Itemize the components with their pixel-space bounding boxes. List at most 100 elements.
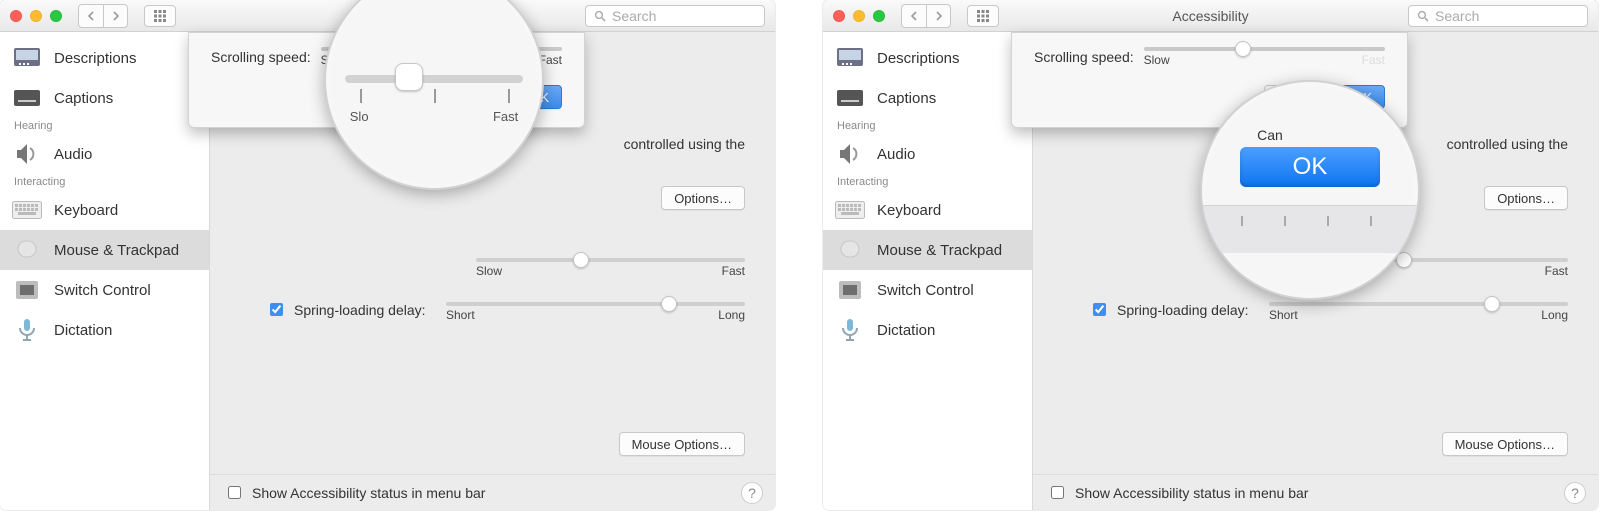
search-field[interactable]: Search: [585, 5, 765, 27]
search-placeholder: Search: [1435, 8, 1479, 24]
sidebar: Descriptions Captions Hearing Audio Inte…: [0, 32, 210, 510]
search-field[interactable]: Search: [1408, 5, 1588, 27]
scrolling-speed-label: Scrolling speed:: [1034, 49, 1134, 65]
show-all-preferences-button[interactable]: [144, 5, 176, 27]
microphone-icon: [835, 318, 865, 342]
mouse-icon: [835, 238, 865, 262]
spring-loading-checkbox[interactable]: [1093, 303, 1106, 316]
sidebar-item-captions[interactable]: Captions: [0, 78, 209, 118]
mouse-options-button[interactable]: Mouse Options…: [1442, 432, 1568, 456]
sidebar-item-label: Mouse & Trackpad: [54, 242, 179, 259]
back-button[interactable]: [79, 5, 103, 27]
screenshot-right: Accessibility Search Descriptions: [823, 0, 1598, 510]
show-status-menubar-checkbox[interactable]: [228, 486, 241, 499]
sidebar-item-label: Dictation: [54, 322, 112, 339]
descriptions-icon: [835, 46, 865, 70]
traffic-lights: [10, 10, 62, 22]
sidebar-item-label: Keyboard: [877, 202, 941, 219]
zoom-window-icon[interactable]: [50, 10, 62, 22]
spring-loading-slider[interactable]: Short Long: [446, 302, 745, 322]
forward-button[interactable]: [103, 5, 127, 27]
close-window-icon[interactable]: [833, 10, 845, 22]
info-text-fragment: controlled using the: [1447, 136, 1568, 152]
captions-icon: [12, 86, 42, 110]
sidebar-item-keyboard[interactable]: Keyboard: [823, 190, 1032, 230]
spring-loading-checkbox[interactable]: [270, 303, 283, 316]
keyboard-icon: [835, 198, 865, 222]
scrolling-speed-slider[interactable]: Slow Fast: [1144, 47, 1385, 67]
sidebar-item-label: Captions: [54, 90, 113, 107]
spring-loading-slider[interactable]: Short Long: [1269, 302, 1568, 322]
sidebar-heading-interacting: Interacting: [0, 174, 209, 190]
show-status-menubar-checkbox[interactable]: [1051, 486, 1064, 499]
traffic-lights: [833, 10, 885, 22]
slider-label-long: Long: [1541, 308, 1568, 322]
sidebar-heading-hearing: Hearing: [0, 118, 209, 134]
footer-bar: Show Accessibility status in menu bar: [210, 474, 775, 510]
search-icon: [594, 10, 606, 22]
sidebar-item-label: Descriptions: [54, 50, 137, 67]
lens-cancel-fragment: Can: [1257, 127, 1283, 143]
info-text-fragment: controlled using the: [624, 136, 745, 152]
sidebar-item-label: Captions: [877, 90, 936, 107]
sidebar-item-label: Audio: [54, 146, 92, 163]
slider-label-short: Short: [1269, 308, 1298, 322]
forward-button[interactable]: [926, 5, 950, 27]
zoom-window-icon[interactable]: [873, 10, 885, 22]
microphone-icon: [12, 318, 42, 342]
nav-back-forward: [78, 4, 128, 28]
lens-label-fast: Fast: [493, 109, 518, 124]
show-all-preferences-button[interactable]: [967, 5, 999, 27]
sidebar-item-label: Descriptions: [877, 50, 960, 67]
slider-label-fast: Fast: [1362, 53, 1385, 67]
window-titlebar: Accessibility Search: [823, 0, 1598, 32]
sidebar: Descriptions Captions Hearing Audio Inte…: [823, 32, 1033, 510]
lens-label-slow: Slo: [350, 109, 369, 124]
show-status-menubar-label: Show Accessibility status in menu bar: [252, 485, 485, 501]
nav-back-forward: [901, 4, 951, 28]
sidebar-item-captions[interactable]: Captions: [823, 78, 1032, 118]
speaker-icon: [835, 142, 865, 166]
minimize-window-icon[interactable]: [30, 10, 42, 22]
sidebar-item-descriptions[interactable]: Descriptions: [823, 38, 1032, 78]
slider-label-short: Short: [446, 308, 475, 322]
switch-control-icon: [12, 278, 42, 302]
sidebar-heading-interacting: Interacting: [823, 174, 1032, 190]
sidebar-item-dictation[interactable]: Dictation: [0, 310, 209, 350]
sidebar-item-dictation[interactable]: Dictation: [823, 310, 1032, 350]
sidebar-item-switch-control[interactable]: Switch Control: [823, 270, 1032, 310]
slider-label-fast: Fast: [1545, 264, 1568, 278]
sidebar-item-label: Switch Control: [877, 282, 974, 299]
sidebar-item-mouse-trackpad[interactable]: Mouse & Trackpad: [823, 230, 1032, 270]
help-button[interactable]: ?: [741, 482, 763, 504]
mouse-options-button[interactable]: Mouse Options…: [619, 432, 745, 456]
sidebar-item-switch-control[interactable]: Switch Control: [0, 270, 209, 310]
sidebar-item-keyboard[interactable]: Keyboard: [0, 190, 209, 230]
search-placeholder: Search: [612, 8, 656, 24]
minimize-window-icon[interactable]: [853, 10, 865, 22]
screenshot-left: Ac Search Descriptions Captions: [0, 0, 775, 510]
spring-loading-label: Spring-loading delay:: [1117, 302, 1249, 318]
back-button[interactable]: [902, 5, 926, 27]
switch-control-icon: [835, 278, 865, 302]
sidebar-item-audio[interactable]: Audio: [0, 134, 209, 174]
options-button[interactable]: Options…: [1484, 186, 1568, 210]
lens-ok-button: OK: [1240, 147, 1380, 187]
sidebar-item-descriptions[interactable]: Descriptions: [0, 38, 209, 78]
zoom-lens-ok: Can OK: [1200, 80, 1420, 300]
show-status-menubar-label: Show Accessibility status in menu bar: [1075, 485, 1308, 501]
sidebar-item-audio[interactable]: Audio: [823, 134, 1032, 174]
close-window-icon[interactable]: [10, 10, 22, 22]
double-click-slider[interactable]: Slow Fast: [476, 258, 745, 278]
slider-label-slow: Slow: [1144, 53, 1170, 67]
help-button[interactable]: ?: [1564, 482, 1586, 504]
sidebar-item-label: Mouse & Trackpad: [877, 242, 1002, 259]
speaker-icon: [12, 142, 42, 166]
sidebar-item-label: Keyboard: [54, 202, 118, 219]
sidebar-item-mouse-trackpad[interactable]: Mouse & Trackpad: [0, 230, 209, 270]
options-button[interactable]: Options…: [661, 186, 745, 210]
sidebar-item-label: Audio: [877, 146, 915, 163]
sidebar-heading-hearing: Hearing: [823, 118, 1032, 134]
scrolling-speed-label: Scrolling speed:: [211, 49, 311, 65]
sidebar-item-label: Dictation: [877, 322, 935, 339]
